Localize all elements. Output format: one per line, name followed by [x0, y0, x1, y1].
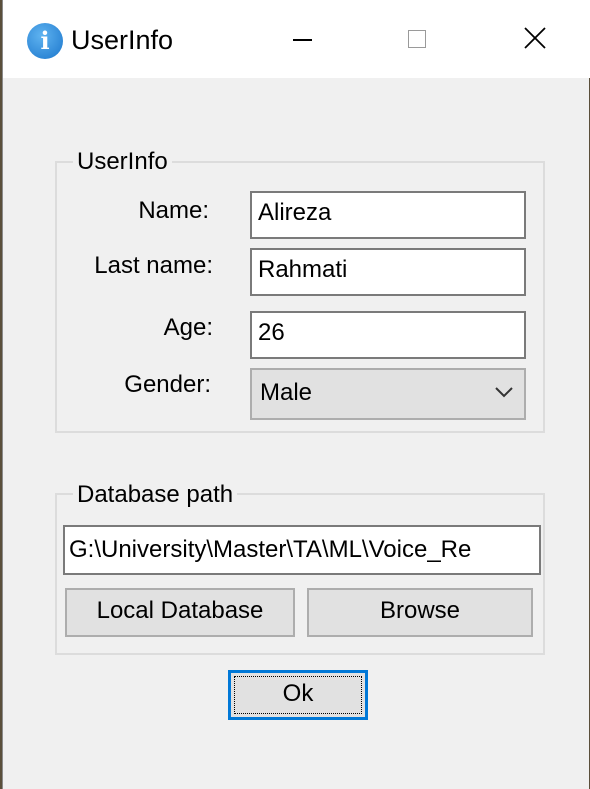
userinfo-window: i UserInfo UserInfo Name: Alireza Last n… — [2, 0, 590, 789]
gender-select-value: Male — [260, 379, 313, 406]
ok-button[interactable]: Ok — [228, 670, 368, 720]
age-label: Age: — [163, 314, 213, 341]
browse-button[interactable]: Browse — [307, 588, 533, 637]
last-name-label: Last name: — [94, 252, 213, 279]
minimize-icon — [293, 39, 312, 41]
close-button[interactable] — [473, 0, 590, 78]
gender-label: Gender: — [124, 371, 211, 398]
gender-select[interactable]: Male — [250, 368, 526, 420]
close-icon — [524, 27, 546, 49]
database-path-legend: Database path — [73, 481, 238, 509]
chevron-down-icon — [495, 387, 513, 398]
age-input[interactable]: 26 — [250, 311, 526, 359]
maximize-button[interactable] — [358, 0, 476, 78]
last-name-input[interactable]: Rahmati — [250, 248, 526, 296]
name-label: Name: — [138, 197, 209, 224]
info-icon: i — [27, 23, 63, 59]
local-database-button[interactable]: Local Database — [65, 588, 295, 637]
userinfo-group-legend: UserInfo — [73, 148, 172, 176]
ok-button-label: Ok — [234, 676, 362, 714]
minimize-button[interactable] — [243, 0, 361, 78]
database-path-input[interactable]: G:\University\Master\TA\ML\Voice_Re — [63, 525, 541, 575]
name-input[interactable]: Alireza — [250, 191, 526, 239]
maximize-icon — [408, 30, 426, 48]
title-bar[interactable]: i UserInfo — [3, 0, 590, 78]
window-title: UserInfo — [71, 25, 174, 55]
